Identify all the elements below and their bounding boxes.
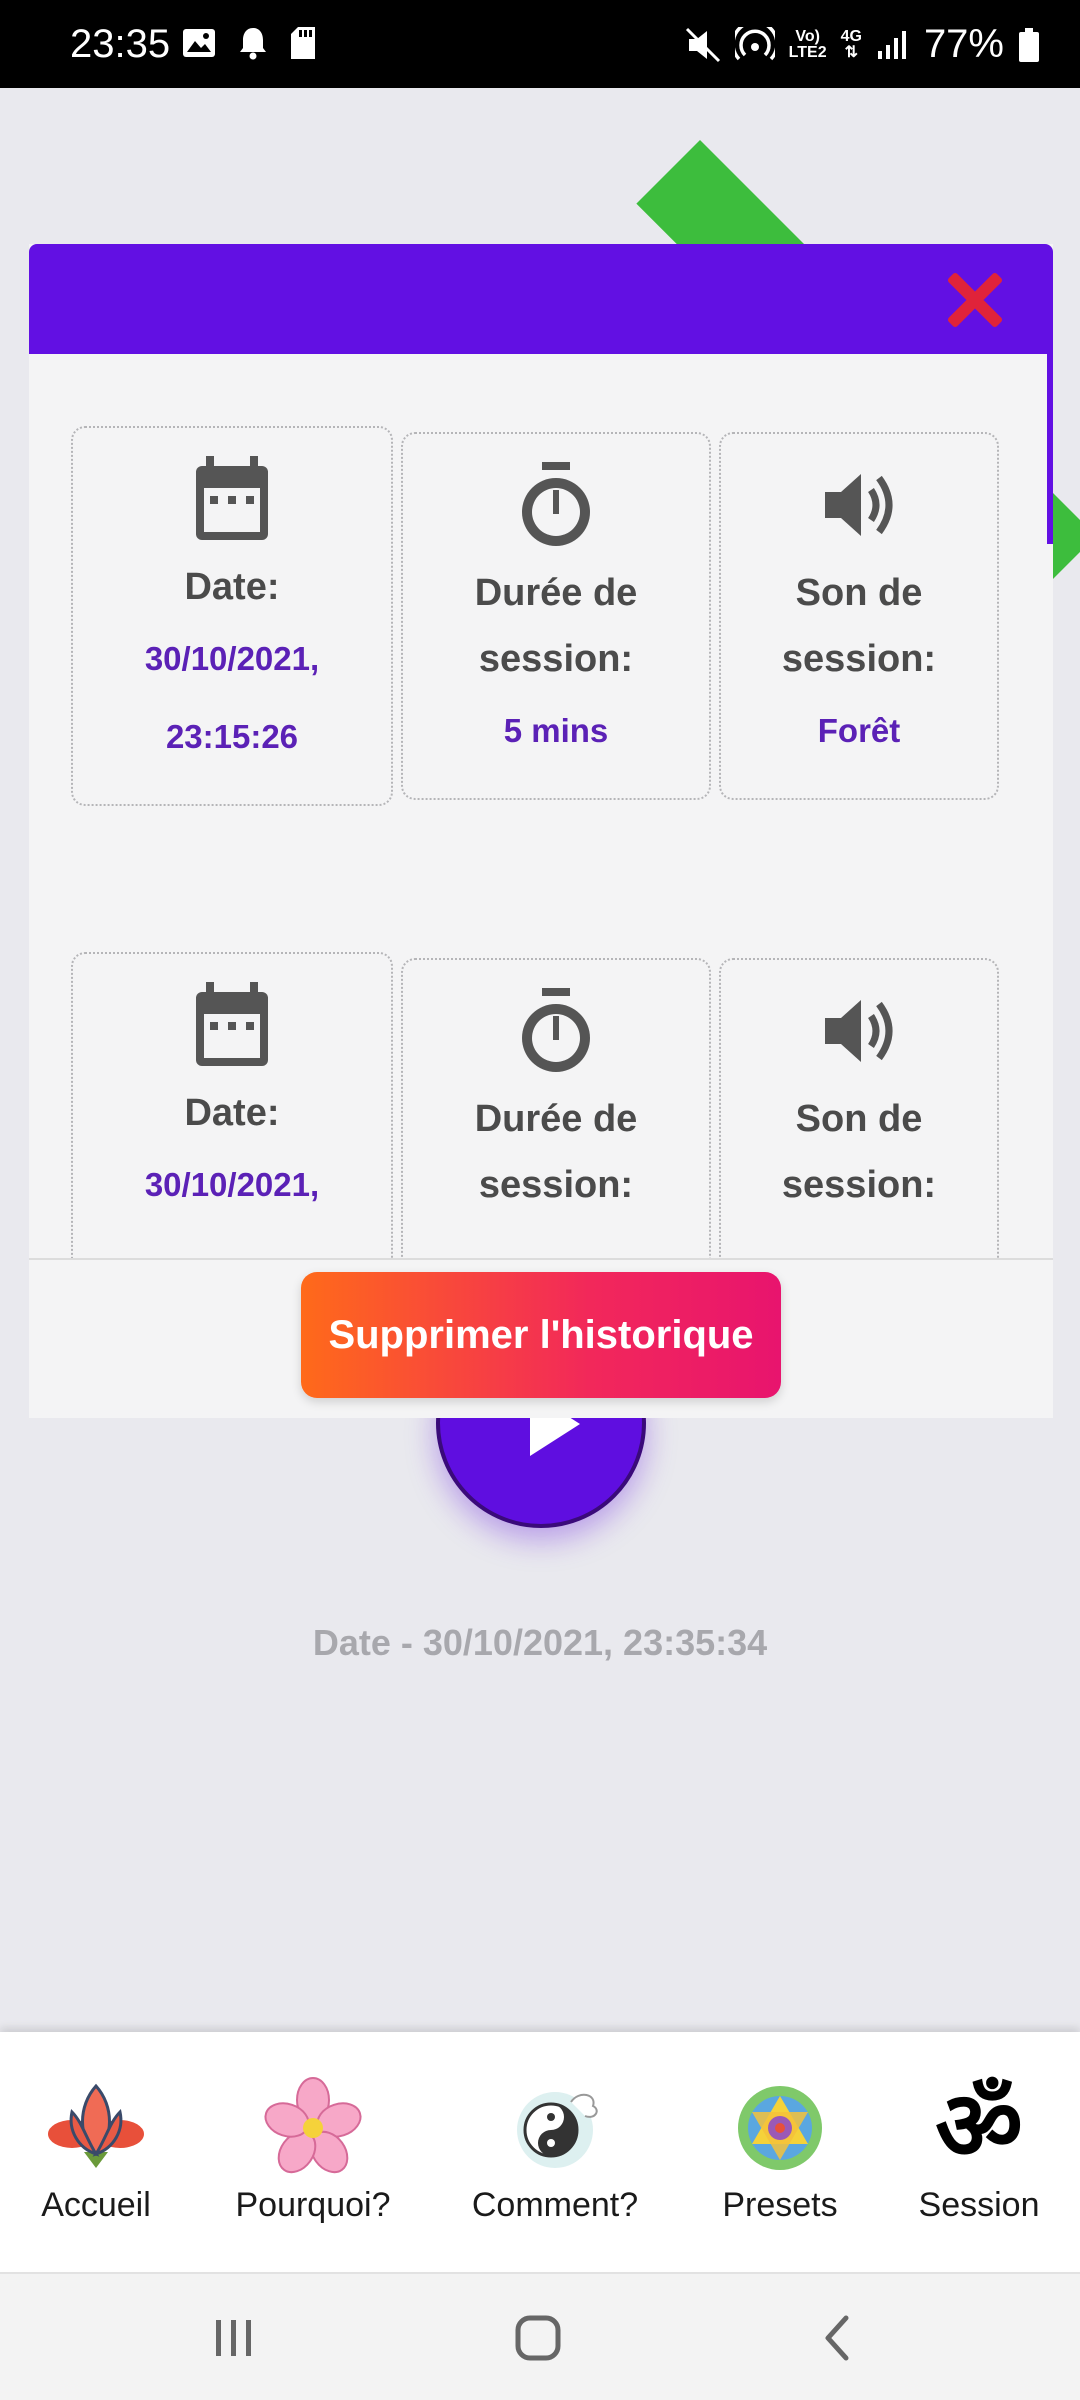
stopwatch-icon bbox=[522, 988, 590, 1072]
date-value: 30/10/2021, bbox=[73, 1146, 391, 1224]
duration-label-line2: session: bbox=[478, 1164, 634, 1206]
battery-percent: 77% bbox=[923, 22, 1004, 66]
om-icon: ॐ bbox=[935, 2070, 1023, 2182]
date-value: 30/10/2021, 23:15:26 bbox=[73, 620, 391, 776]
flower-icon bbox=[264, 2077, 362, 2174]
history-entry: Date: 30/10/2021, Durée de session: Son … bbox=[71, 952, 1011, 1258]
tab-session[interactable]: ॐ Session bbox=[902, 2072, 1056, 2225]
status-right-icons: Vo) LTE2 4G ⇅ 77% bbox=[685, 22, 1040, 67]
tab-accueil-label: Accueil bbox=[41, 2186, 151, 2224]
sd-card-icon bbox=[291, 27, 315, 59]
tab-pourquoi-label: Pourquoi? bbox=[235, 2186, 391, 2224]
volte-top: Vo) bbox=[795, 27, 820, 45]
calendar-icon bbox=[196, 982, 268, 1066]
history-entry: Date: 30/10/2021, 23:15:26 Durée de sess… bbox=[71, 426, 1011, 806]
bottom-tab-bar: Accueil Pourquoi? Comment? Presets ॐ Ses… bbox=[0, 2032, 1080, 2272]
sound-label: Son de session: bbox=[721, 560, 997, 692]
tab-comment[interactable]: Comment? bbox=[462, 2072, 648, 2225]
system-navigation-bar bbox=[0, 2272, 1080, 2400]
current-date-text: Date - 30/10/2021, 23:35:34 bbox=[312, 1622, 768, 1663]
lotus-icon bbox=[48, 2083, 144, 2168]
history-list[interactable]: Date: 30/10/2021, 23:15:26 Durée de sess… bbox=[29, 354, 1053, 1258]
back-icon[interactable] bbox=[808, 2308, 868, 2368]
duration-label-line1: Durée de bbox=[474, 572, 638, 614]
tab-comment-label: Comment? bbox=[471, 2186, 639, 2224]
date-value-time: 23:15:26 bbox=[165, 718, 299, 755]
duration-card: Durée de session: 5 mins bbox=[401, 432, 711, 800]
volte-bottom: LTE2 bbox=[788, 43, 827, 61]
network-gen-label: 4G bbox=[840, 27, 862, 45]
duration-label: Durée de session: bbox=[403, 1086, 709, 1218]
sound-label-line1: Son de bbox=[795, 572, 923, 614]
scrollbar-thumb[interactable] bbox=[1047, 354, 1053, 544]
duration-label: Durée de session: bbox=[403, 560, 709, 692]
recent-apps-icon[interactable] bbox=[204, 2308, 264, 2368]
sound-card: Son de session: bbox=[719, 958, 999, 1258]
tab-session-label: Session bbox=[918, 2186, 1040, 2224]
volte-indicator: Vo) LTE2 bbox=[788, 27, 827, 61]
modal-footer: Supprimer l'historique bbox=[29, 1258, 1053, 1418]
tab-presets-label: Presets bbox=[722, 2186, 838, 2224]
status-left-icons bbox=[182, 26, 316, 60]
network-gen-indicator: 4G ⇅ bbox=[840, 27, 862, 61]
speaker-icon bbox=[825, 1000, 893, 1062]
date-label: Date: bbox=[184, 566, 280, 608]
modal-header bbox=[29, 244, 1053, 354]
history-modal: Date: 30/10/2021, 23:15:26 Durée de sess… bbox=[29, 244, 1053, 1418]
status-bar: 23:35 Vo) LTE2 4G ⇅ 77% bbox=[0, 0, 1080, 88]
signal-icon bbox=[877, 30, 906, 59]
date-card: Date: 30/10/2021, bbox=[71, 952, 393, 1258]
date-label: Date: bbox=[184, 1092, 280, 1134]
close-icon[interactable] bbox=[945, 270, 1005, 330]
date-value-day: 30/10/2021, bbox=[144, 1166, 320, 1203]
tab-presets[interactable]: Presets bbox=[710, 2072, 850, 2225]
home-icon[interactable] bbox=[508, 2308, 568, 2368]
duration-value: 5 mins bbox=[503, 712, 609, 749]
duration-label-line1: Durée de bbox=[474, 1098, 638, 1140]
date-value-day: 30/10/2021, bbox=[144, 640, 320, 677]
sound-card: Son de session: Forêt bbox=[719, 432, 999, 800]
speaker-icon bbox=[825, 474, 893, 536]
duration-card: Durée de session: bbox=[401, 958, 711, 1258]
sound-label-line2: session: bbox=[781, 1164, 937, 1206]
delete-history-button[interactable]: Supprimer l'historique bbox=[301, 1272, 781, 1398]
mandala-icon bbox=[738, 2086, 822, 2170]
bell-icon bbox=[240, 28, 266, 60]
status-time: 23:35 bbox=[70, 22, 171, 66]
yin-yang-icon bbox=[517, 2092, 598, 2168]
duration-label-line2: session: bbox=[478, 638, 634, 680]
tab-accueil[interactable]: Accueil bbox=[28, 2072, 164, 2225]
tab-pourquoi[interactable]: Pourquoi? bbox=[228, 2072, 398, 2225]
mute-icon bbox=[685, 27, 720, 62]
hotspot-icon bbox=[734, 26, 775, 60]
image-icon bbox=[183, 29, 215, 57]
date-card: Date: 30/10/2021, 23:15:26 bbox=[71, 426, 393, 806]
sound-label-line2: session: bbox=[781, 638, 937, 680]
sound-label-line1: Son de bbox=[795, 1098, 923, 1140]
battery-icon bbox=[1019, 27, 1039, 62]
sound-label: Son de session: bbox=[721, 1086, 997, 1218]
calendar-icon bbox=[196, 456, 268, 540]
sound-value: Forêt bbox=[817, 712, 901, 749]
stopwatch-icon bbox=[522, 462, 590, 546]
